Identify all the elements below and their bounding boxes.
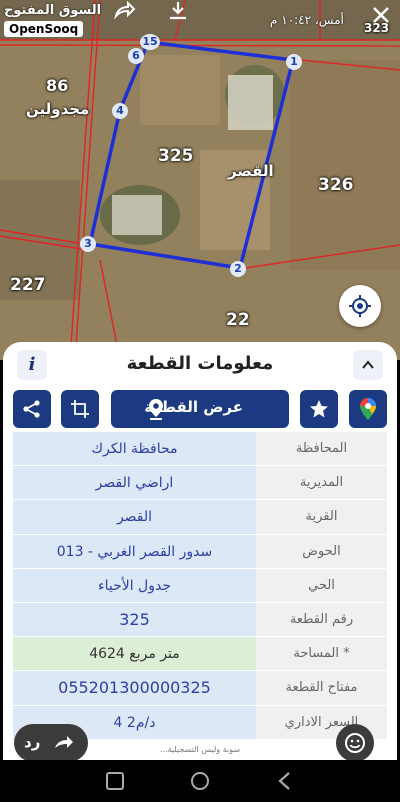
village-name-label: القصر: [228, 162, 274, 180]
row-key: رقم القطعة: [256, 602, 387, 637]
row-key: المحافظة: [256, 432, 387, 466]
sheet-header: i معلومات القطعة: [3, 342, 397, 388]
vertex-marker: 6: [128, 48, 144, 64]
google-maps-button[interactable]: [349, 390, 387, 428]
chevron-up-icon: [362, 360, 374, 369]
parcel-number-label: 22: [226, 310, 250, 330]
table-row: 4624 متر مربع المساحة *: [13, 637, 387, 672]
emoji-button[interactable]: [336, 724, 374, 762]
row-value: 4624 متر مربع: [13, 637, 256, 671]
collapse-button[interactable]: [353, 350, 383, 380]
parcel-number-label: 326: [318, 175, 354, 195]
watermark-english: OpenSooq: [4, 21, 84, 37]
table-row: سدور القصر الغربي - 013 الحوض: [13, 534, 387, 569]
star-icon: [310, 400, 328, 418]
vertex-marker: 2: [230, 261, 246, 277]
parcel-number-label: 227: [10, 275, 46, 295]
area-name-label: مجدولين: [26, 100, 90, 118]
parcel-info-table: محافظة الكرك المحافظة اراضي القصر المدير…: [13, 432, 387, 740]
row-value: القصر: [13, 500, 256, 534]
row-key: القرية: [256, 500, 387, 534]
emoji-icon: [345, 733, 365, 753]
action-toolbar: عرض القطعة: [3, 390, 397, 428]
row-value: جدول الأحياء: [13, 568, 256, 602]
row-key: مفتاح القطعة: [256, 671, 387, 705]
table-row: القصر القرية: [13, 500, 387, 535]
location-pin-icon: [149, 399, 163, 420]
parcel-number-label: 86: [46, 76, 69, 95]
table-row: 055201300000325 مفتاح القطعة: [13, 671, 387, 706]
satellite-map[interactable]: 15 6 1 4 3 2 86 مجدولين 325 القصر 326 22…: [0, 0, 400, 360]
favorite-button[interactable]: [300, 390, 338, 428]
crop-frame-icon: [71, 400, 89, 418]
home-icon[interactable]: [189, 770, 211, 792]
row-value: 055201300000325: [13, 671, 256, 705]
opensooq-watermark: السوق المفتوح OpenSooq: [4, 3, 101, 37]
system-nav-bar: [0, 760, 400, 802]
table-row: اراضي القصر المديرية: [13, 466, 387, 501]
crosshair-icon: [349, 295, 371, 317]
vertex-marker: 4: [112, 103, 128, 119]
vertex-marker: 3: [80, 236, 96, 252]
row-key: المديرية: [256, 466, 387, 500]
google-maps-icon: [360, 398, 376, 420]
selected-parcel-label: 325: [158, 146, 194, 166]
show-parcel-button[interactable]: عرض القطعة: [111, 390, 289, 428]
share-button[interactable]: [13, 390, 51, 428]
vertex-marker: 1: [286, 54, 302, 70]
row-value: اراضي القصر: [13, 466, 256, 500]
table-row: محافظة الكرك المحافظة: [13, 432, 387, 467]
reply-button[interactable]: رد: [14, 724, 88, 762]
reply-arrow-icon: [55, 736, 73, 748]
crop-button[interactable]: [61, 390, 99, 428]
locate-button[interactable]: [339, 285, 381, 327]
parcel-info-sheet: i معلومات القطعة عرض القطعة محافظة الكرك…: [3, 342, 397, 760]
table-row: 325 رقم القطعة: [13, 602, 387, 638]
row-value: محافظة الكرك: [13, 432, 256, 466]
row-value: سدور القصر الغربي - 013: [13, 534, 256, 568]
watermark-arabic: السوق المفتوح: [4, 3, 102, 18]
timestamp-text: أمس، ١٠:٤٢ م: [270, 13, 344, 27]
row-key: الحي: [256, 568, 387, 602]
row-key: الحوض: [256, 534, 387, 568]
reply-label: رد: [24, 733, 41, 751]
sheet-title: معلومات القطعة: [126, 353, 274, 374]
recents-icon[interactable]: [104, 770, 126, 792]
vertex-marker: 15: [140, 34, 160, 50]
table-row: جدول الأحياء الحي: [13, 568, 387, 603]
row-value: 325: [13, 602, 256, 637]
back-icon[interactable]: [274, 770, 296, 792]
share-icon: [23, 400, 40, 418]
row-key: المساحة *: [256, 637, 387, 671]
